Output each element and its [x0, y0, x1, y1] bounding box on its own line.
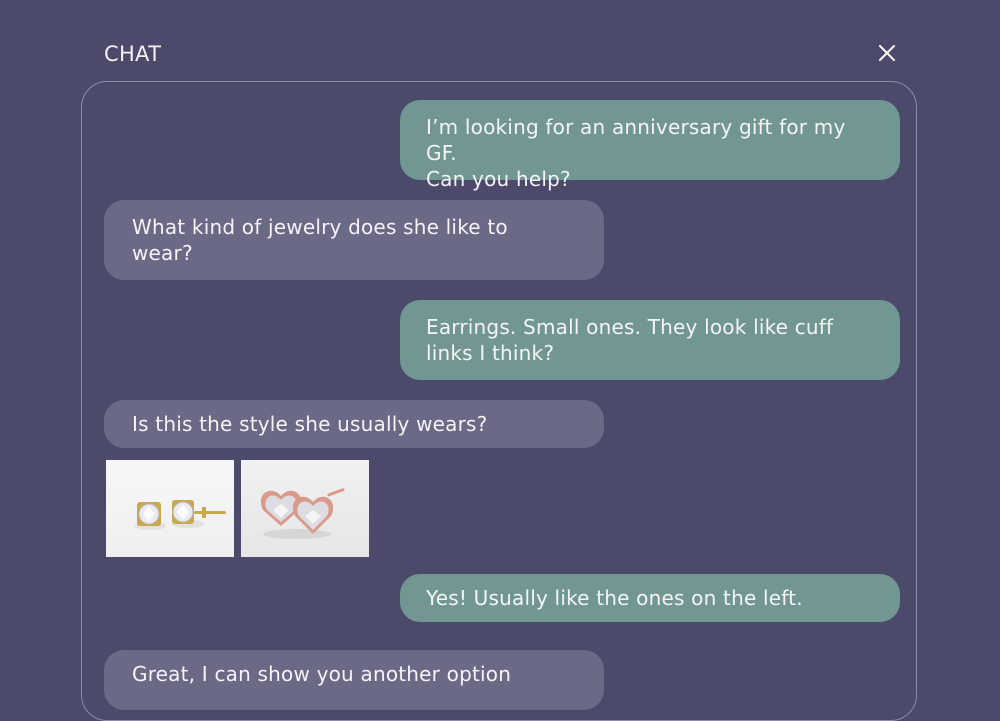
message-user: Yes! Usually like the ones on the left.: [400, 574, 900, 622]
product-image-rose-gold-heart-studs[interactable]: [241, 460, 369, 557]
message-bot: What kind of jewelry does she like to we…: [104, 200, 604, 280]
message-bot: Great, I can show you another option: [104, 650, 604, 710]
product-image-gold-round-studs[interactable]: [106, 460, 234, 557]
chat-title: CHAT: [104, 42, 162, 66]
close-icon: [879, 45, 895, 61]
message-user: Earrings. Small ones. They look like cuf…: [400, 300, 900, 380]
rose-gold-heart-stud-earrings-image: [260, 488, 345, 539]
message-bot: Is this the style she usually wears?: [104, 400, 604, 448]
close-button[interactable]: [873, 39, 901, 67]
message-user: I’m looking for an anniversary gift for …: [400, 100, 900, 191]
gold-round-stud-earrings-image: [134, 500, 226, 530]
